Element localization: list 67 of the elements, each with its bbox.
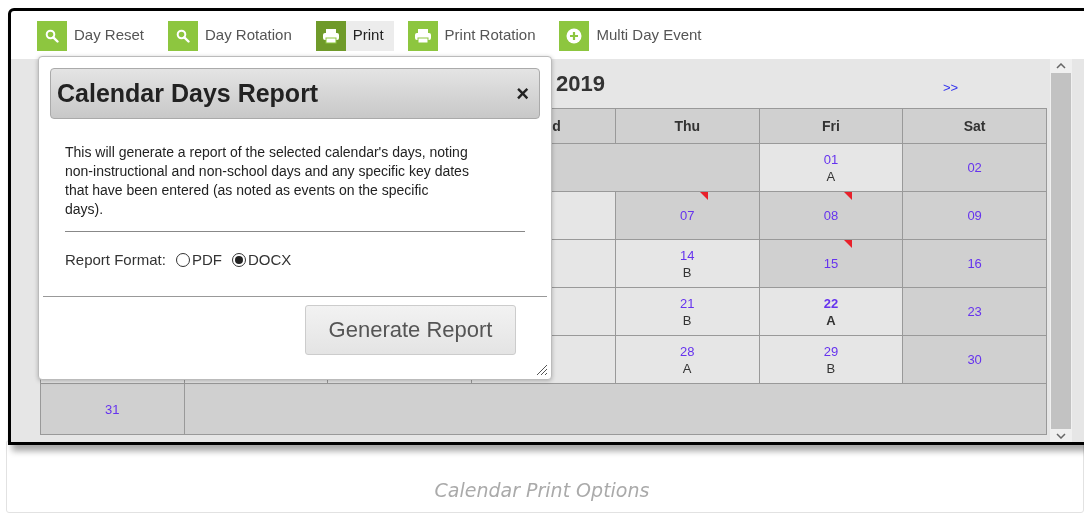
next-month-link[interactable]: >> [942, 77, 959, 98]
calendar-day-cell[interactable]: 30 [903, 336, 1047, 384]
dialog-title: Calendar Days Report [57, 77, 319, 109]
day-number[interactable]: 01 [823, 152, 839, 166]
format-radio[interactable]: DOCX [231, 249, 292, 272]
calendar-day-cell[interactable]: 22 A [759, 288, 904, 336]
generate-report-button[interactable]: Generate Report [305, 304, 516, 355]
calendar-day-cell[interactable]: 14 B [615, 240, 760, 288]
scroll-up-icon[interactable] [1056, 63, 1066, 69]
calendar-day-cell[interactable]: 29 B [759, 336, 904, 384]
day-number[interactable]: 22 [823, 296, 839, 310]
day-number[interactable]: 15 [823, 257, 839, 270]
resize-grip-icon[interactable] [534, 362, 548, 376]
day-number[interactable]: 28 [679, 344, 695, 358]
day-number[interactable]: 23 [967, 305, 982, 318]
toolbar-button[interactable]: Multi Day Event [559, 20, 712, 51]
day-number[interactable]: 02 [967, 161, 982, 174]
calendar-day-cell[interactable]: 02 [903, 144, 1047, 192]
close-button[interactable]: × [516, 82, 529, 105]
search-icon [168, 20, 199, 51]
calendar-day-cell[interactable]: 09 [903, 192, 1047, 240]
calendar-day-cell[interactable]: 08 [759, 192, 904, 240]
day-number[interactable]: 14 [679, 248, 695, 262]
day-number[interactable]: 21 [679, 296, 695, 310]
day-number[interactable]: 31 [105, 402, 120, 416]
calendar-day-cell[interactable]: 16 [903, 240, 1047, 288]
weekday-header: Thu [674, 116, 701, 136]
format-label: Report Format: [65, 250, 166, 270]
dialog-description: This will generate a report of the selected calendar's days, noting non-instructional and non-school days and any specific key dates that have been entered (as noted as events on the specific days). [65, 143, 470, 219]
rotation-label: B [826, 361, 836, 375]
rotation-label: B [682, 265, 692, 279]
weekday-header: d [552, 116, 561, 136]
scrollbar-thumb[interactable] [1051, 73, 1071, 429]
rotation-label: A [682, 361, 692, 375]
figure-caption: Calendar Print Options [434, 478, 650, 503]
search-icon [37, 20, 67, 51]
day-number[interactable]: 07 [679, 209, 695, 222]
calendar-day-cell[interactable]: 07 [615, 192, 760, 240]
day-number[interactable]: 16 [967, 257, 982, 270]
day-number[interactable]: 09 [967, 209, 982, 222]
rotation-label: A [826, 313, 836, 327]
day-number[interactable]: 30 [967, 353, 982, 366]
calendar-day-cell[interactable]: 23 [903, 288, 1047, 336]
toolbar-button[interactable]: Day Rotation [168, 20, 302, 51]
weekday-header: Sat [963, 116, 986, 136]
radio-icon[interactable] [175, 253, 190, 268]
format-radio[interactable]: PDF [175, 249, 222, 272]
weekday-header: Fri [821, 116, 840, 136]
calendar-day-cell[interactable]: 21 B [615, 288, 760, 336]
radio-icon[interactable] [231, 253, 246, 268]
plus-icon [559, 20, 590, 51]
calendar-day-cell[interactable]: 15 [759, 240, 904, 288]
scrollbar[interactable] [1050, 59, 1072, 442]
printer-icon [315, 20, 346, 51]
printer-icon [407, 20, 438, 51]
toolbar-button[interactable]: Print [315, 20, 394, 51]
toolbar-button[interactable]: Print Rotation [407, 20, 546, 51]
calendar-day-cell[interactable]: 01 A [759, 144, 904, 192]
scroll-down-icon[interactable] [1056, 433, 1066, 439]
calendar-day-cell[interactable]: 28 A [615, 336, 760, 384]
day-number[interactable]: 08 [823, 209, 839, 222]
toolbar-button[interactable]: Day Reset [37, 20, 155, 51]
rotation-label: B [682, 313, 692, 327]
rotation-label: A [826, 169, 836, 183]
day-number[interactable]: 29 [823, 344, 839, 358]
calendar-day-cell[interactable]: 31 [41, 384, 185, 435]
month-title: 2019 [556, 70, 605, 98]
